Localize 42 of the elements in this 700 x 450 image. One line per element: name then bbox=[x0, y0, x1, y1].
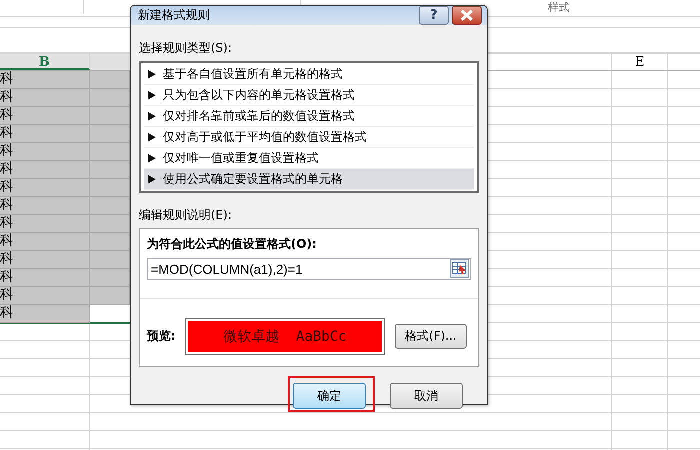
triangle-icon bbox=[148, 154, 156, 162]
table-cell: 科 bbox=[0, 215, 90, 233]
range-picker-icon[interactable] bbox=[450, 259, 469, 278]
triangle-icon bbox=[148, 70, 156, 78]
rule-type-item[interactable]: 仅对排名靠前或靠后的数值设置格式 bbox=[144, 106, 474, 127]
rule-type-item[interactable]: 仅对高于或低于平均值的数值设置格式 bbox=[144, 127, 474, 148]
formula-field[interactable]: =MOD(COLUMN(a1),2)=1 bbox=[147, 258, 471, 280]
table-cell: 科 bbox=[0, 89, 90, 107]
rule-type-item[interactable]: 使用公式确定要设置格式的单元格 bbox=[144, 169, 474, 190]
column-header[interactable]: E bbox=[612, 54, 668, 70]
cancel-button[interactable]: 取消 bbox=[390, 383, 463, 409]
rule-type-item[interactable]: 只为包含以下内容的单元格设置格式 bbox=[144, 85, 474, 106]
close-button[interactable] bbox=[452, 6, 482, 25]
table-cell: 科 bbox=[0, 197, 90, 215]
table-cell: 科 bbox=[0, 287, 90, 305]
table-cell: 科 bbox=[0, 161, 90, 179]
ok-button[interactable]: 确定 bbox=[293, 383, 366, 409]
table-cell: 科 bbox=[0, 125, 90, 143]
triangle-icon bbox=[148, 90, 156, 100]
table-cell: 科 bbox=[0, 179, 90, 197]
format-preview: 微软卓越 AaBbCc bbox=[188, 321, 382, 352]
triangle-icon bbox=[148, 174, 156, 184]
triangle-icon bbox=[148, 112, 156, 120]
rule-type-label: 选择规则类型(S): bbox=[139, 40, 234, 57]
format-button[interactable]: 格式(F)... bbox=[395, 324, 467, 349]
close-icon bbox=[460, 10, 474, 21]
table-cell: 科 bbox=[0, 107, 90, 125]
table-cell: 科 bbox=[0, 251, 90, 269]
column-header[interactable]: B bbox=[0, 54, 90, 70]
description-label: 编辑规则说明(E): bbox=[139, 207, 233, 224]
triangle-icon bbox=[148, 132, 156, 142]
table-cell: 科 bbox=[0, 269, 90, 287]
table-cell: 科 bbox=[0, 233, 90, 251]
formula-label: 为符合此公式的值设置格式(O): bbox=[147, 236, 318, 253]
ribbon-group-label: 样式 bbox=[548, 0, 570, 16]
table-cell: 科 bbox=[0, 71, 90, 89]
preview-label: 预览: bbox=[147, 328, 177, 345]
dialog-title: 新建格式规则 bbox=[138, 7, 211, 24]
help-button[interactable]: ? bbox=[419, 6, 449, 25]
rule-type-item[interactable]: 基于各自值设置所有单元格的格式 bbox=[144, 64, 474, 85]
table-cell: 科 bbox=[0, 143, 90, 161]
table-cell: 科 bbox=[0, 305, 90, 323]
